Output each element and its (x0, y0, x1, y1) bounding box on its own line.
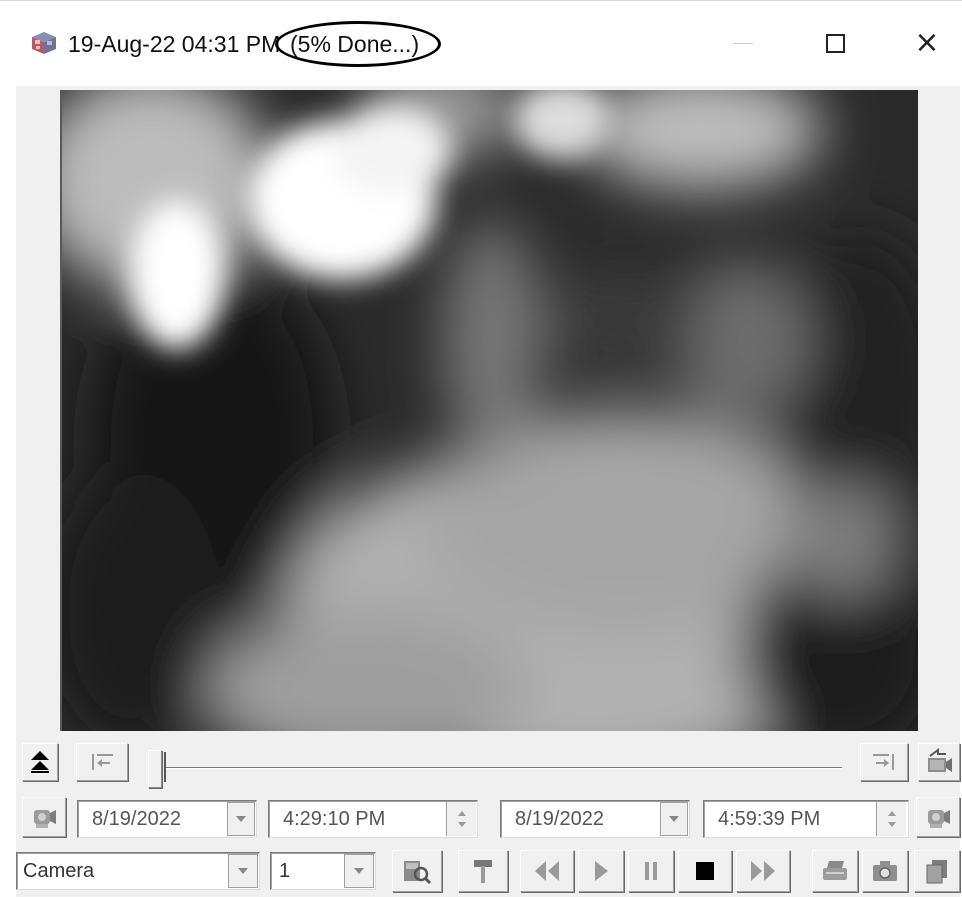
fast-forward-icon (751, 861, 775, 881)
title-bar: 19-Aug-22 04:31 PM (5% Done...) × (0, 0, 962, 86)
close-icon: × (914, 25, 940, 60)
minimize-icon (733, 42, 753, 44)
stop-button[interactable] (678, 850, 732, 892)
copy-icon (926, 860, 947, 884)
spin-up-icon (457, 811, 466, 816)
start-date-dropdown-button[interactable] (227, 802, 255, 836)
rewind-button[interactable] (520, 850, 574, 892)
close-button[interactable]: × (902, 23, 952, 63)
camera-select[interactable]: Camera (16, 852, 260, 890)
spin-down-icon (887, 822, 896, 827)
end-time-value: 4:59:39 PM (718, 808, 821, 830)
jump-to-end-button[interactable] (860, 743, 908, 781)
start-time-value: 4:29:10 PM (283, 808, 386, 830)
skip-end-icon (873, 754, 894, 770)
search-camera-button[interactable] (392, 850, 442, 892)
play-button[interactable] (578, 850, 624, 892)
rewind-icon (535, 861, 559, 881)
timeline-track[interactable] (166, 767, 842, 769)
jump-to-start-button[interactable] (76, 743, 128, 781)
double-up-arrow-icon (31, 751, 49, 773)
channel-select-value: 1 (279, 860, 291, 882)
play-icon (595, 861, 608, 881)
stop-icon (696, 862, 714, 880)
skip-start-icon (92, 754, 113, 770)
snapshot-button[interactable] (862, 850, 908, 892)
export-clip-button[interactable] (918, 743, 960, 781)
tools-button[interactable] (458, 850, 508, 892)
timeline-tick (164, 752, 166, 782)
pause-icon (645, 862, 657, 880)
camera-select-dropdown-button[interactable] (228, 854, 258, 888)
maximize-button[interactable] (810, 23, 860, 63)
window-title: 19-Aug-22 04:31 PM (68, 31, 281, 57)
camera-cube-icon (32, 32, 56, 54)
spin-down-icon (457, 822, 466, 827)
camera-gear-icon (34, 810, 56, 828)
spin-up-icon (887, 811, 896, 816)
camera-gear-icon (928, 810, 950, 828)
end-time-spinner[interactable] (876, 802, 906, 836)
chevron-down-icon (238, 868, 248, 874)
maximize-icon (825, 33, 845, 53)
minimize-button[interactable] (718, 23, 768, 63)
end-camera-button[interactable] (916, 797, 960, 837)
start-date-value: 8/19/2022 (92, 808, 181, 830)
pause-button[interactable] (628, 850, 674, 892)
end-date-dropdown-button[interactable] (660, 802, 688, 836)
status-highlight-ellipse (275, 21, 441, 67)
video-frame[interactable] (62, 90, 918, 731)
fast-forward-button[interactable] (736, 850, 790, 892)
chevron-down-icon (669, 816, 679, 822)
copy-button[interactable] (914, 850, 960, 892)
chevron-down-icon (236, 816, 246, 822)
start-time-spinner[interactable] (446, 802, 476, 836)
print-button[interactable] (812, 850, 858, 892)
end-date-value: 8/19/2022 (515, 808, 604, 830)
hammer-icon (474, 860, 492, 883)
camera-export-icon (928, 748, 952, 772)
camera-icon (873, 861, 897, 881)
printer-icon (823, 861, 847, 880)
channel-select-dropdown-button[interactable] (344, 854, 374, 888)
start-camera-button[interactable] (22, 797, 66, 837)
collapse-toolbar-button[interactable] (22, 743, 58, 781)
camera-select-value: Camera (23, 860, 95, 882)
video-image (62, 90, 918, 731)
camera-search-icon (404, 861, 432, 885)
chevron-down-icon (354, 868, 364, 874)
timeline-slider-thumb[interactable] (148, 750, 162, 788)
